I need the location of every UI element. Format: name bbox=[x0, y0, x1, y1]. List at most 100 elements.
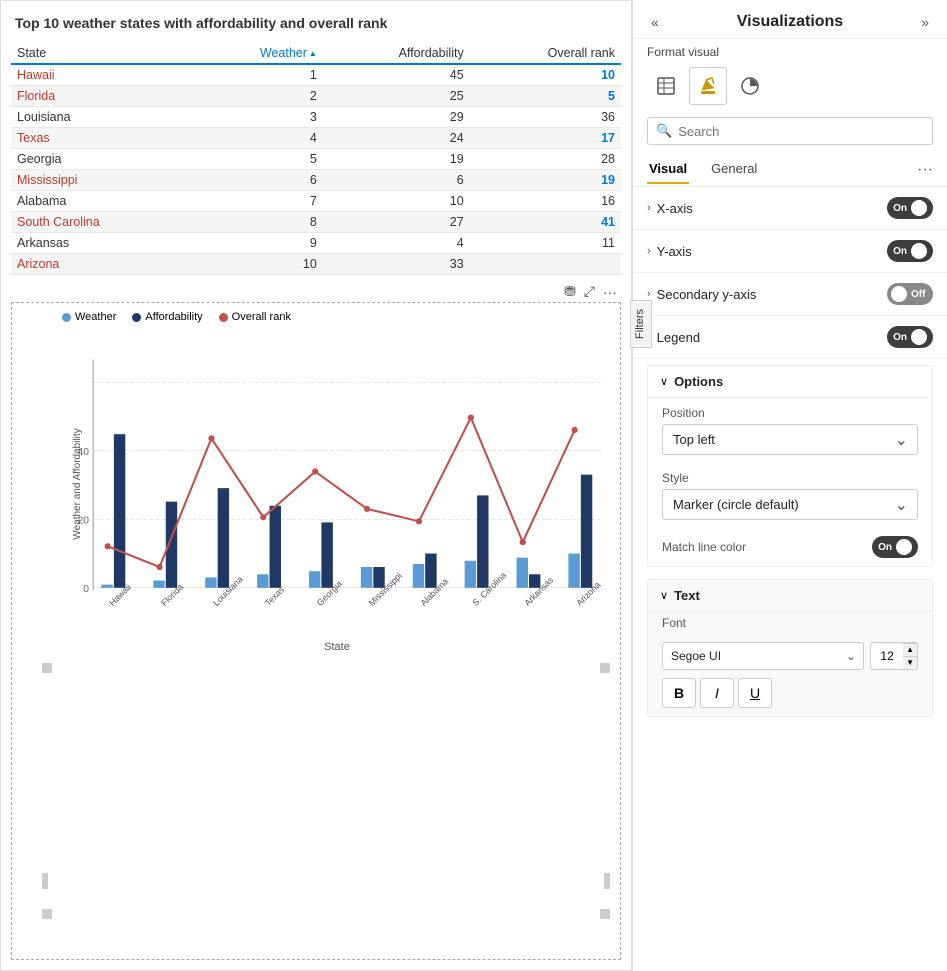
legend-dot-overall bbox=[219, 313, 228, 322]
format-visual-icon-btn[interactable] bbox=[689, 67, 727, 105]
section-secondary-y[interactable]: › Secondary y-axis Off bbox=[633, 273, 947, 316]
options-header[interactable]: ∨ Options bbox=[648, 366, 932, 398]
viz-header: « Visualizations » bbox=[633, 0, 947, 39]
font-select-wrapper[interactable]: Segoe UI bbox=[662, 642, 864, 670]
table-cell-overall: 5 bbox=[470, 86, 621, 107]
tab-more[interactable]: ··· bbox=[917, 161, 933, 179]
text-format-row: B I U bbox=[648, 674, 932, 716]
match-line-toggle-text: On bbox=[878, 542, 892, 553]
bold-button[interactable]: B bbox=[662, 678, 696, 708]
font-size-input[interactable] bbox=[871, 645, 903, 667]
position-select-wrapper[interactable]: Top left bbox=[662, 424, 918, 455]
style-label: Style bbox=[662, 471, 918, 485]
search-input[interactable] bbox=[678, 124, 924, 139]
y-axis-toggle[interactable]: On bbox=[887, 240, 933, 262]
y-axis-toggle-circle bbox=[911, 243, 927, 259]
table-cell-state: Louisiana bbox=[11, 107, 191, 128]
font-size-arrows: ▲ ▼ bbox=[903, 643, 917, 669]
section-legend[interactable]: › Legend On bbox=[633, 316, 947, 359]
italic-button[interactable]: I bbox=[700, 678, 734, 708]
match-line-toggle-circle bbox=[896, 539, 912, 555]
table-cell-state: Florida bbox=[11, 86, 191, 107]
filters-tab[interactable]: Filters bbox=[630, 300, 652, 348]
font-size-down[interactable]: ▼ bbox=[903, 656, 917, 669]
table-cell-overall: 11 bbox=[470, 233, 621, 254]
y-axis-chevron: › bbox=[647, 245, 651, 257]
expand-icon[interactable]: ⤢ bbox=[584, 283, 595, 300]
legend-dot-affordability bbox=[132, 313, 141, 322]
table-cell-state: Arizona bbox=[11, 254, 191, 275]
table-cell-state: Alabama bbox=[11, 191, 191, 212]
tab-visual[interactable]: Visual bbox=[647, 155, 689, 184]
legend-header-label: Legend bbox=[657, 330, 887, 345]
legend-dot-weather bbox=[62, 313, 71, 322]
table-view-icon-btn[interactable] bbox=[647, 67, 685, 105]
table-cell-overall: 10 bbox=[470, 64, 621, 86]
legend-overall: Overall rank bbox=[219, 311, 291, 323]
chart-legend: Weather Affordability Overall rank bbox=[62, 311, 612, 323]
secondary-y-chevron: › bbox=[647, 288, 651, 300]
secondary-y-toggle[interactable]: Off bbox=[887, 283, 933, 305]
table-cell-overall: 16 bbox=[470, 191, 621, 212]
table-row: Arkansas 9 4 11 bbox=[11, 233, 621, 254]
tab-general[interactable]: General bbox=[709, 155, 759, 184]
analytics-icon-btn[interactable] bbox=[731, 67, 769, 105]
table-row: Mississippi 6 6 19 bbox=[11, 170, 621, 191]
x-axis-toggle[interactable]: On bbox=[887, 197, 933, 219]
section-x-axis[interactable]: › X-axis On bbox=[633, 187, 947, 230]
position-label: Position bbox=[662, 406, 918, 420]
legend-toggle[interactable]: On bbox=[887, 326, 933, 348]
table-cell-weather: 2 bbox=[191, 86, 322, 107]
table-cell-weather: 6 bbox=[191, 170, 322, 191]
font-size-box[interactable]: ▲ ▼ bbox=[870, 642, 918, 670]
right-panel: « Visualizations » Format visual bbox=[632, 0, 947, 971]
resize-handle-tl[interactable] bbox=[42, 663, 52, 673]
style-group: Style Marker (circle default) bbox=[648, 463, 932, 528]
more-icon[interactable]: ··· bbox=[603, 284, 617, 300]
table-cell-state: Texas bbox=[11, 128, 191, 149]
tabs-row: Visual General ··· bbox=[633, 153, 947, 187]
resize-handle-bl[interactable] bbox=[42, 909, 52, 919]
match-line-label: Match line color bbox=[662, 540, 746, 554]
table-cell-affordability: 33 bbox=[323, 254, 470, 275]
collapse-chevron[interactable]: « bbox=[647, 12, 663, 32]
resize-handle-ml[interactable] bbox=[42, 873, 48, 889]
legend-label-affordability: Affordability bbox=[145, 311, 202, 323]
secondary-y-label: Secondary y-axis bbox=[657, 287, 887, 302]
table-row: Hawaii 1 45 10 bbox=[11, 64, 621, 86]
font-size-up[interactable]: ▲ bbox=[903, 643, 917, 656]
data-table: State Weather ▲ Affordability Overall ra… bbox=[11, 43, 621, 275]
style-select[interactable]: Marker (circle default) bbox=[662, 489, 918, 520]
left-panel: Top 10 weather states with affordability… bbox=[0, 0, 632, 971]
resize-handle-tr[interactable] bbox=[600, 663, 610, 673]
position-select[interactable]: Top left bbox=[662, 424, 918, 455]
col-weather[interactable]: Weather ▲ bbox=[191, 43, 322, 64]
col-overall: Overall rank bbox=[470, 43, 621, 64]
expand-chevron[interactable]: » bbox=[917, 12, 933, 32]
font-select[interactable]: Segoe UI bbox=[662, 642, 864, 670]
text-section-header[interactable]: ∨ Text bbox=[648, 580, 932, 612]
table-row: Arizona 10 33 bbox=[11, 254, 621, 275]
legend-weather: Weather bbox=[62, 311, 116, 323]
table-cell-state: Hawaii bbox=[11, 64, 191, 86]
text-section: ∨ Text Font Segoe UI ▲ ▼ B I U bbox=[647, 579, 933, 717]
resize-handle-br[interactable] bbox=[600, 909, 610, 919]
table-row: Alabama 7 10 16 bbox=[11, 191, 621, 212]
resize-handle-mr[interactable] bbox=[604, 873, 610, 889]
table-cell-affordability: 27 bbox=[323, 212, 470, 233]
table-cell-affordability: 24 bbox=[323, 128, 470, 149]
match-line-toggle[interactable]: On bbox=[872, 536, 918, 558]
table-view-icon bbox=[656, 76, 676, 96]
table-cell-weather: 3 bbox=[191, 107, 322, 128]
search-icon: 🔍 bbox=[656, 123, 672, 139]
options-chevron: ∨ bbox=[660, 375, 668, 388]
search-box[interactable]: 🔍 bbox=[647, 117, 933, 145]
font-label: Font bbox=[662, 616, 918, 630]
options-section: ∨ Options Position Top left Style Marker… bbox=[647, 365, 933, 567]
col-affordability: Affordability bbox=[323, 43, 470, 64]
underline-button[interactable]: U bbox=[738, 678, 772, 708]
filter-icon[interactable]: ⛃ bbox=[564, 283, 576, 300]
table-cell-affordability: 45 bbox=[323, 64, 470, 86]
section-y-axis[interactable]: › Y-axis On bbox=[633, 230, 947, 273]
style-select-wrapper[interactable]: Marker (circle default) bbox=[662, 489, 918, 520]
